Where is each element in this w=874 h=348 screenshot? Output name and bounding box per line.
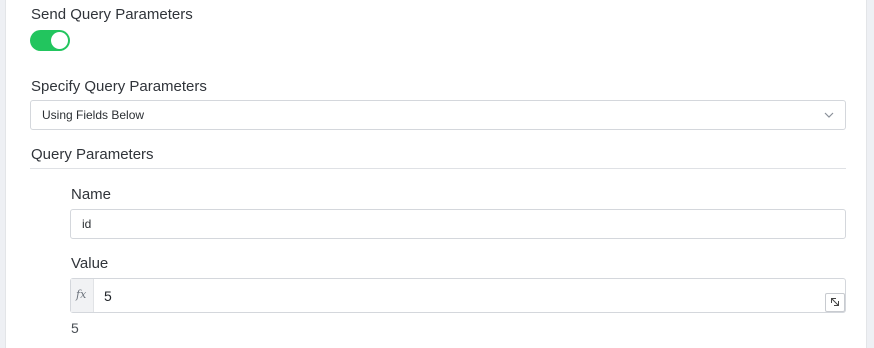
value-label: Value [71, 255, 109, 272]
value-preview: 5 [71, 320, 79, 336]
expand-editor-button[interactable] [825, 293, 845, 312]
name-input-value: id [82, 217, 92, 231]
section-divider [30, 168, 846, 169]
select-value: Using Fields Below [42, 108, 145, 122]
fx-icon: fx [76, 288, 87, 301]
fx-toggle[interactable]: fx [71, 279, 94, 312]
specify-query-parameters-select[interactable]: Using Fields Below [30, 100, 846, 130]
settings-panel: Send Query Parameters Specify Query Para… [5, 0, 867, 348]
send-query-parameters-label: Send Query Parameters [31, 6, 193, 23]
name-label: Name [71, 186, 112, 203]
toggle-knob [51, 32, 68, 49]
send-query-parameters-toggle[interactable] [30, 30, 70, 51]
specify-query-parameters-label: Specify Query Parameters [31, 78, 207, 95]
name-input[interactable]: id [70, 209, 846, 239]
value-expression-field[interactable]: fx 5 [70, 278, 846, 313]
value-input-text: 5 [104, 288, 112, 304]
chevron-down-icon [824, 112, 834, 118]
expand-icon [831, 298, 839, 306]
query-parameters-heading: Query Parameters [31, 146, 154, 163]
